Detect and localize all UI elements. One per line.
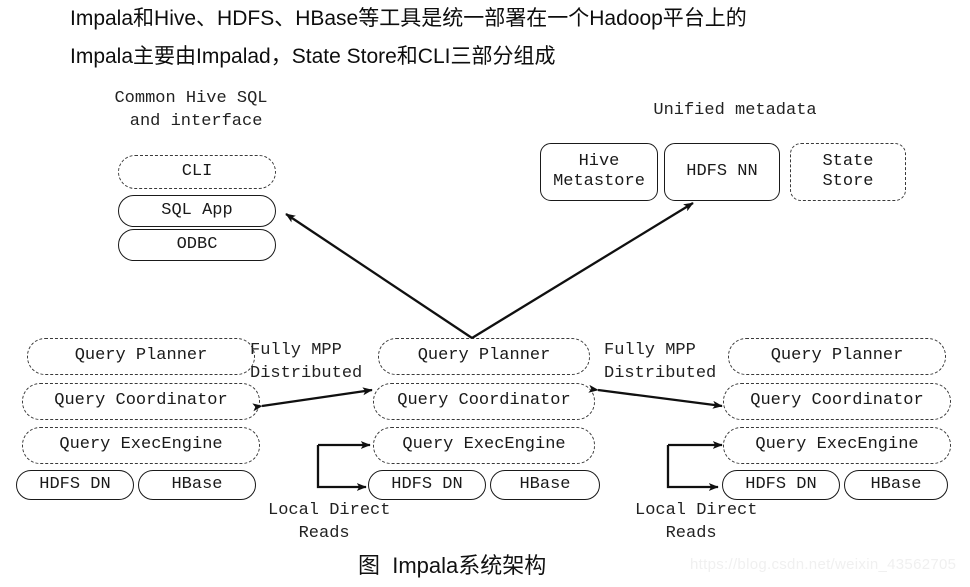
box-right-hbase[interactable]: HBase (844, 470, 948, 500)
arrow-center-local-read-dn (316, 445, 367, 491)
box-center-hdfs-dn[interactable]: HDFS DN (368, 470, 486, 500)
arrow-left-center-coordinator (252, 387, 373, 412)
box-sql-app[interactable]: SQL App (118, 195, 276, 227)
box-right-query-execengine[interactable]: Query ExecEngine (723, 427, 951, 464)
box-center-query-coordinator[interactable]: Query Coordinator (373, 383, 595, 420)
arrow-planner-to-sqlapp (285, 213, 473, 339)
box-hive-metastore[interactable]: Hive Metastore (540, 143, 658, 201)
label-fully-mpp-right: Fully MPP Distributed (604, 341, 717, 383)
box-state-store[interactable]: State Store (790, 143, 906, 201)
arrow-center-right-coordinator (588, 384, 723, 409)
box-center-query-planner[interactable]: Query Planner (378, 338, 590, 375)
box-left-query-execengine[interactable]: Query ExecEngine (22, 427, 260, 464)
label-unified-metadata: Unified metadata (653, 101, 817, 120)
label-common-hive-sql: Common Hive SQL and interface (114, 89, 268, 131)
box-left-hdfs-dn[interactable]: HDFS DN (16, 470, 134, 500)
box-right-query-planner[interactable]: Query Planner (728, 338, 946, 375)
diagram-canvas: Impala和Hive、HDFS、HBase等工具是统一部署在一个Hadoop平… (0, 0, 970, 587)
label-fully-mpp-left: Fully MPP Distributed (250, 341, 363, 383)
watermark: https://blog.csdn.net/weixin_43562705 (690, 556, 957, 573)
box-right-query-coordinator[interactable]: Query Coordinator (723, 383, 951, 420)
box-odbc[interactable]: ODBC (118, 229, 276, 261)
box-center-query-execengine[interactable]: Query ExecEngine (373, 427, 595, 464)
box-hdfs-nn[interactable]: HDFS NN (664, 143, 780, 201)
heading-line-2: Impala主要由Impalad，State Store和CLI三部分组成 (70, 45, 556, 68)
arrow-right-local-read-dn (666, 445, 719, 491)
label-local-direct-reads-center: Local Direct Reads (268, 501, 391, 543)
box-left-query-planner[interactable]: Query Planner (27, 338, 255, 375)
box-left-query-coordinator[interactable]: Query Coordinator (22, 383, 260, 420)
box-right-hdfs-dn[interactable]: HDFS DN (722, 470, 840, 500)
box-center-hbase[interactable]: HBase (490, 470, 600, 500)
figure-caption: 图 Impala系统架构 (358, 553, 547, 578)
box-left-hbase[interactable]: HBase (138, 470, 256, 500)
box-cli[interactable]: CLI (118, 155, 276, 189)
label-local-direct-reads-right: Local Direct Reads (635, 501, 758, 543)
arrow-planner-to-hdfsnn (471, 202, 694, 339)
heading-line-1: Impala和Hive、HDFS、HBase等工具是统一部署在一个Hadoop平… (70, 7, 747, 30)
